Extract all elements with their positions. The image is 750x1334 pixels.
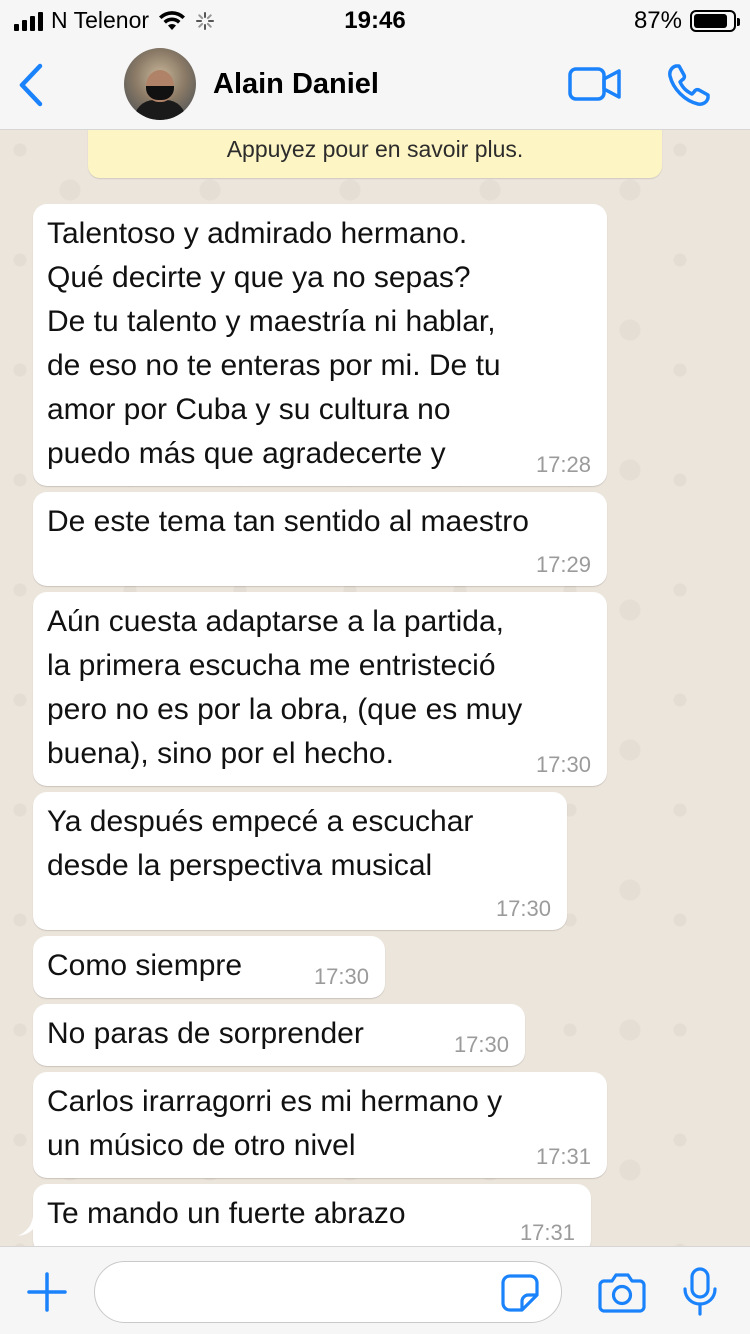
message-input[interactable] xyxy=(94,1261,562,1323)
message-text: Te mando un fuerte abrazo xyxy=(47,1197,406,1230)
message-text: Aún cuesta adaptarse a la partida, la pr… xyxy=(47,605,523,770)
bubble-tail xyxy=(18,1216,38,1236)
message-text: Carlos irarragorri es mi hermano y un mú… xyxy=(47,1085,503,1162)
status-right: 87% xyxy=(633,7,740,35)
message-time: 17:29 xyxy=(535,552,591,577)
message-text: No paras de sorprender xyxy=(47,1017,364,1050)
message-bubble[interactable]: No paras de sorprender 17:30 xyxy=(33,1004,525,1066)
encryption-notice[interactable]: Appuyez pour en savoir plus. xyxy=(88,130,662,178)
message-bubble[interactable]: Aún cuesta adaptarse a la partida, la pr… xyxy=(33,592,607,786)
message-time: 17:30 xyxy=(453,1032,509,1057)
message-bubble[interactable]: Talentoso y admirado hermano. Qué decirt… xyxy=(33,204,607,486)
video-camera-icon[interactable] xyxy=(568,66,622,102)
phone-icon[interactable] xyxy=(666,62,712,108)
message-time: 17:31 xyxy=(535,1144,591,1169)
message-bubble[interactable]: De este tema tan sentido al maestro 17:2… xyxy=(33,492,607,586)
camera-icon[interactable] xyxy=(598,1271,646,1313)
message-list[interactable]: Appuyez pour en savoir plus. Talentoso y… xyxy=(0,130,750,1246)
avatar-body xyxy=(134,100,186,120)
message-bubble[interactable]: Ya después empecé a escuchar desde la pe… xyxy=(33,792,567,930)
message-bubble[interactable]: Como siempre 17:30 xyxy=(33,936,385,998)
message-time: 17:30 xyxy=(535,752,591,777)
avatar[interactable] xyxy=(124,48,196,120)
message-text: De este tema tan sentido al maestro xyxy=(47,505,529,538)
status-bar: N Telenor 19:46 87% xyxy=(0,0,750,40)
sticker-icon[interactable] xyxy=(500,1273,540,1313)
input-bar xyxy=(0,1246,750,1334)
battery-fill xyxy=(694,14,728,28)
back-button[interactable] xyxy=(14,62,48,108)
message-time: 17:30 xyxy=(313,964,369,989)
message-time: 17:28 xyxy=(535,452,591,477)
chat-header: Alain Daniel xyxy=(0,40,750,130)
message-text: Ya después empecé a escuchar desde la pe… xyxy=(47,805,474,882)
message-text: Talentoso y admirado hermano. Qué decirt… xyxy=(47,217,501,470)
message-bubble[interactable]: Carlos irarragorri es mi hermano y un mú… xyxy=(33,1072,607,1178)
message-bubble[interactable]: Te mando un fuerte abrazo 17:31 xyxy=(33,1184,591,1246)
microphone-icon[interactable] xyxy=(680,1267,720,1317)
battery-percent: 87% xyxy=(633,7,682,34)
chat-screen: N Telenor 19:46 87% Alain Daniel Appuyez… xyxy=(0,0,750,1334)
contact-name[interactable]: Alain Daniel xyxy=(213,68,379,101)
battery-icon xyxy=(690,10,740,32)
message-time: 17:31 xyxy=(519,1220,575,1245)
plus-icon[interactable] xyxy=(26,1271,68,1313)
message-time: 17:30 xyxy=(495,896,551,921)
